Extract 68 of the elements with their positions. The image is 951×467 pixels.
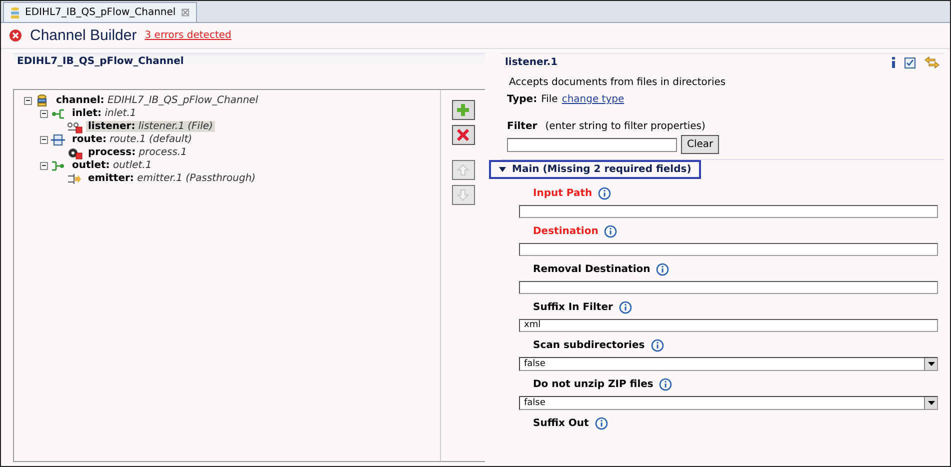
field-label: Do not unzip ZIP files: [533, 378, 654, 390]
field-label: Input Path: [533, 188, 592, 198]
clear-button[interactable]: Clear: [681, 135, 720, 154]
info-icon[interactable]: [656, 262, 670, 276]
info-icon[interactable]: [891, 57, 896, 68]
field-label: Removal Destination: [533, 264, 650, 274]
type-value: File: [541, 94, 558, 105]
delete-button[interactable]: [452, 125, 474, 145]
database-icon: [38, 94, 46, 106]
dropdown[interactable]: false: [519, 396, 938, 410]
filter-field[interactable]: [507, 138, 677, 152]
input-field[interactable]: xml: [519, 319, 938, 332]
panel-title: listener.1: [505, 57, 559, 68]
info-icon[interactable]: [598, 186, 612, 200]
change-type-link[interactable]: change type: [562, 94, 624, 105]
tree-item[interactable]: route: route.1 (default): [70, 134, 194, 145]
listener-icon: [68, 122, 78, 130]
error-icon: [76, 152, 82, 159]
checklist-icon[interactable]: [904, 56, 916, 68]
tree-item[interactable]: process: process.1: [86, 147, 189, 158]
add-button[interactable]: [452, 100, 474, 120]
tree-item[interactable]: outlet: outlet.1: [70, 160, 154, 171]
info-icon[interactable]: [650, 338, 664, 352]
editor-tab[interactable]: EDIHL7_IB_QS_pFlow_Channel ⊠: [3, 2, 197, 22]
x-icon: [457, 129, 469, 141]
field-label: Suffix Out: [533, 418, 589, 428]
dropdown-arrow-icon: [928, 362, 934, 366]
route-icon: [51, 134, 65, 145]
dropdown-arrow-icon: [928, 401, 934, 405]
description: Accepts documents from files in directories: [508, 76, 727, 88]
arrows-icon[interactable]: [924, 56, 940, 69]
tree-item[interactable]: channel: EDIHL7_IB_QS_pFlow_Channel: [54, 95, 260, 106]
field-label: Scan subdirectories: [533, 340, 645, 350]
filter-hint: (enter string to filter properties): [545, 121, 706, 132]
field-label: Destination: [533, 226, 598, 236]
tree-item[interactable]: inlet: inlet.1: [70, 108, 138, 119]
input-field[interactable]: [519, 281, 938, 294]
tab-title: EDIHL7_IB_QS_pFlow_Channel: [25, 7, 176, 18]
collapse-toggle[interactable]: [40, 110, 48, 118]
database-icon: [10, 6, 20, 18]
collapse-toggle[interactable]: [40, 162, 48, 170]
dropdown[interactable]: false: [519, 357, 938, 371]
type-label: Type:: [507, 94, 538, 105]
tree-item[interactable]: emitter: emitter.1 (Passthrough): [86, 173, 258, 184]
panel-title: EDIHL7_IB_QS_pFlow_Channel: [13, 53, 485, 69]
info-icon[interactable]: [594, 416, 608, 430]
error-icon: [76, 126, 82, 133]
errors-link[interactable]: 3 errors detected: [144, 30, 232, 41]
up-arrow-icon: [457, 164, 469, 176]
down-arrow-icon: [457, 189, 469, 201]
info-icon[interactable]: [659, 378, 672, 390]
connector-icon: [52, 108, 65, 118]
collapse-toggle[interactable]: [40, 136, 48, 144]
emitter-icon: [68, 173, 81, 184]
collapse-arrow-icon: [499, 167, 506, 172]
filter-label: Filter: [507, 121, 538, 132]
collapse-toggle[interactable]: [24, 96, 32, 104]
tree-item[interactable]: listener: listener.1 (File): [86, 121, 215, 132]
info-icon[interactable]: [604, 224, 618, 238]
error-icon: [9, 29, 22, 42]
info-icon[interactable]: [618, 300, 632, 314]
field-label: Suffix In Filter: [533, 302, 613, 312]
connector-icon: [51, 160, 64, 170]
plus-icon: [457, 104, 469, 116]
input-field[interactable]: [519, 243, 938, 256]
page-title: Channel Builder: [30, 27, 137, 44]
section-header[interactable]: Main (Missing 2 required fields): [489, 160, 702, 179]
input-field[interactable]: [519, 205, 938, 218]
